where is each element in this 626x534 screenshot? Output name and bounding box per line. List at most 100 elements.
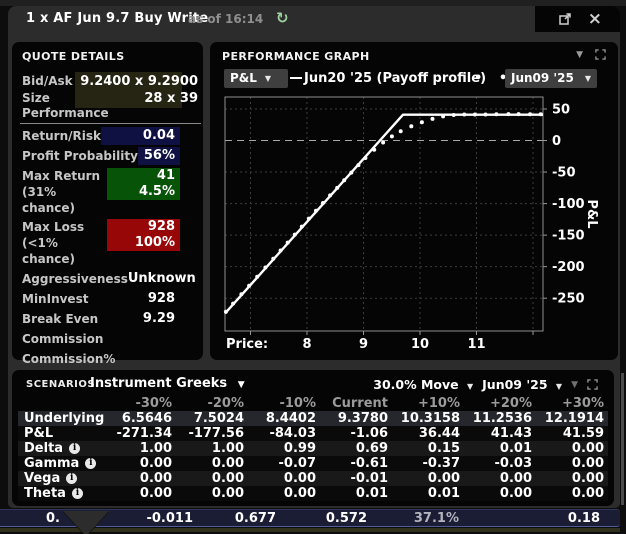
background-row-value: 0.18 bbox=[568, 511, 600, 526]
scenario-cell: 9.3780 bbox=[320, 411, 392, 426]
svg-text:-150: -150 bbox=[552, 229, 585, 244]
scenario-cell: -271.34 bbox=[104, 426, 176, 441]
quote-row-value bbox=[175, 330, 180, 348]
scenario-cell: 0.00 bbox=[248, 486, 320, 501]
scenario-cell: 0.00 bbox=[464, 486, 536, 501]
scenario-cell: -0.03 bbox=[464, 456, 536, 471]
scenarios-date-dropdown[interactable]: Jun09 '25 ▼ bbox=[482, 377, 562, 392]
greeks-dropdown-label: Instrument Greeks bbox=[90, 376, 227, 391]
scenario-cell: -0.07 bbox=[248, 456, 320, 471]
scenario-cell: 41.43 bbox=[464, 426, 536, 441]
info-icon[interactable]: i bbox=[72, 488, 83, 499]
scenario-cell: 0.01 bbox=[320, 486, 392, 501]
scenario-cell: 0.00 bbox=[176, 471, 248, 486]
quote-row-value: 56% bbox=[138, 147, 180, 165]
scenario-row: Vegai0.000.000.00-0.010.000.000.00 bbox=[18, 471, 608, 486]
quote-row-label: Aggressiveness bbox=[22, 272, 128, 286]
info-icon[interactable]: i bbox=[69, 443, 80, 454]
scenario-cell: 11.2536 bbox=[464, 411, 536, 426]
scenarios-panel: SCENARIOS Instrument Greeks ▼ 30.0% Move… bbox=[12, 370, 614, 506]
quote-rows: Return/Risk0.04 Profit Probability56% Max … bbox=[20, 127, 180, 389]
svg-text:11: 11 bbox=[467, 337, 485, 352]
scenario-column-header: +10% bbox=[392, 396, 464, 411]
scenario-cell: 0.00 bbox=[536, 486, 608, 501]
scenarios-table: -30%-20%-10%Current+10%+20%+30%Underlyin… bbox=[18, 396, 608, 501]
scenario-cell: 0.00 bbox=[176, 486, 248, 501]
scenario-cell: -84.03 bbox=[248, 426, 320, 441]
scenario-column-header: -30% bbox=[104, 396, 176, 411]
scenario-cell: 0.00 bbox=[536, 456, 608, 471]
quote-row-value: 0.04 bbox=[101, 127, 180, 145]
scenario-cell: -0.01 bbox=[320, 471, 392, 486]
scenario-cell: 41.59 bbox=[536, 426, 608, 441]
quote-row: Max Loss(<1% chance)928100% bbox=[20, 219, 180, 267]
svg-text:8: 8 bbox=[302, 337, 311, 352]
refresh-icon[interactable]: ↻ bbox=[276, 9, 289, 27]
svg-text:-200: -200 bbox=[552, 260, 585, 275]
payoff-chart[interactable]: 500-50-100-150-200-250891011Price:P&L bbox=[210, 42, 618, 360]
chevron-down-icon: ▼ bbox=[467, 382, 473, 391]
scenarios-header-row: -30%-20%-10%Current+10%+20%+30% bbox=[18, 396, 608, 411]
scenario-row: Thetai0.000.000.000.010.010.000.00 bbox=[18, 486, 608, 501]
close-icon[interactable]: × bbox=[588, 12, 602, 26]
svg-text:10: 10 bbox=[411, 337, 429, 352]
scenario-cell: -1.06 bbox=[320, 426, 392, 441]
scenario-cell: 0.00 bbox=[176, 456, 248, 471]
scenario-column-header: Current bbox=[320, 396, 392, 411]
scenario-cell: 0.00 bbox=[104, 456, 176, 471]
quote-row: Return/Risk0.04 bbox=[20, 127, 180, 145]
scenario-cell: 0.99 bbox=[248, 441, 320, 456]
background-app-right-edge bbox=[621, 373, 624, 505]
scenario-cell: 7.5024 bbox=[176, 411, 248, 426]
window-callout-tail bbox=[63, 511, 109, 534]
quote-row-label: Commission% bbox=[22, 352, 175, 366]
quote-row: Max Return(31% chance)414.5% bbox=[20, 168, 180, 216]
move-dropdown[interactable]: 30.0% Move ▼ bbox=[373, 377, 473, 392]
quote-row-value: 41 bbox=[107, 168, 175, 184]
scenario-cell: -0.37 bbox=[392, 456, 464, 471]
scenario-cell: 36.44 bbox=[392, 426, 464, 441]
quote-row-label: (<1% chance) bbox=[22, 235, 107, 267]
info-icon[interactable]: i bbox=[85, 458, 96, 469]
buy-write-window: 1 x AF Jun 9.7 Buy Write as of 16:14 ↻ ×… bbox=[8, 6, 620, 508]
bid-ask-value: 9.2400 x 9.2900 bbox=[80, 74, 198, 89]
titlebar-icon-group: × bbox=[535, 6, 620, 32]
quote-row: Break Even9.29 bbox=[20, 309, 180, 329]
quote-row-label: Max Return bbox=[22, 168, 107, 184]
scenario-column-header: -10% bbox=[248, 396, 320, 411]
scenarios-controls: 30.0% Move ▼ Jun09 '25 ▼ ▼ bbox=[373, 377, 598, 392]
quote-row-value: 4.5% bbox=[107, 184, 175, 200]
scenario-cell: 0.01 bbox=[392, 486, 464, 501]
quote-row-label: Profit Probability bbox=[22, 149, 138, 163]
scenario-row-label: Underlying bbox=[24, 411, 104, 426]
expand-panel-icon[interactable] bbox=[587, 379, 598, 390]
scenario-row-label: Delta bbox=[24, 441, 63, 456]
svg-text:-50: -50 bbox=[552, 166, 576, 181]
quote-row-label: Max Loss bbox=[22, 219, 107, 235]
quote-row: AggressivenessUnknown bbox=[20, 269, 180, 289]
svg-text:P&L: P&L bbox=[584, 199, 599, 228]
greeks-dropdown[interactable]: Instrument Greeks ▼ bbox=[90, 376, 245, 391]
as-of-timestamp: as of 16:14 bbox=[188, 12, 263, 26]
quote-row-value: Unknown bbox=[128, 270, 201, 288]
scenario-cell: 0.15 bbox=[392, 441, 464, 456]
size-label: Size bbox=[22, 91, 50, 105]
scenario-column-header: +30% bbox=[536, 396, 608, 411]
scenario-cell: 0.01 bbox=[464, 441, 536, 456]
info-icon[interactable]: i bbox=[66, 473, 77, 484]
quote-row-label: MinInvest bbox=[22, 292, 148, 306]
scenario-cell: -0.61 bbox=[320, 456, 392, 471]
scenario-row: Gammai0.000.00-0.07-0.61-0.37-0.030.00 bbox=[18, 456, 608, 471]
quote-row-value bbox=[175, 350, 180, 368]
scenario-cell: 0.00 bbox=[536, 441, 608, 456]
window-titlebar[interactable]: 1 x AF Jun 9.7 Buy Write as of 16:14 ↻ × bbox=[8, 6, 620, 32]
popout-icon[interactable] bbox=[558, 12, 572, 26]
panel-collapse-icon[interactable]: ▼ bbox=[571, 380, 578, 390]
bid-ask-label: Bid/Ask bbox=[22, 74, 73, 88]
scenario-cell: 0.00 bbox=[392, 471, 464, 486]
chevron-down-icon: ▼ bbox=[238, 380, 245, 390]
scenario-row-label: Gamma bbox=[24, 456, 79, 471]
scenario-cell: 1.00 bbox=[176, 441, 248, 456]
scenario-cell: 0.69 bbox=[320, 441, 392, 456]
quote-row: Commission% bbox=[20, 349, 180, 369]
